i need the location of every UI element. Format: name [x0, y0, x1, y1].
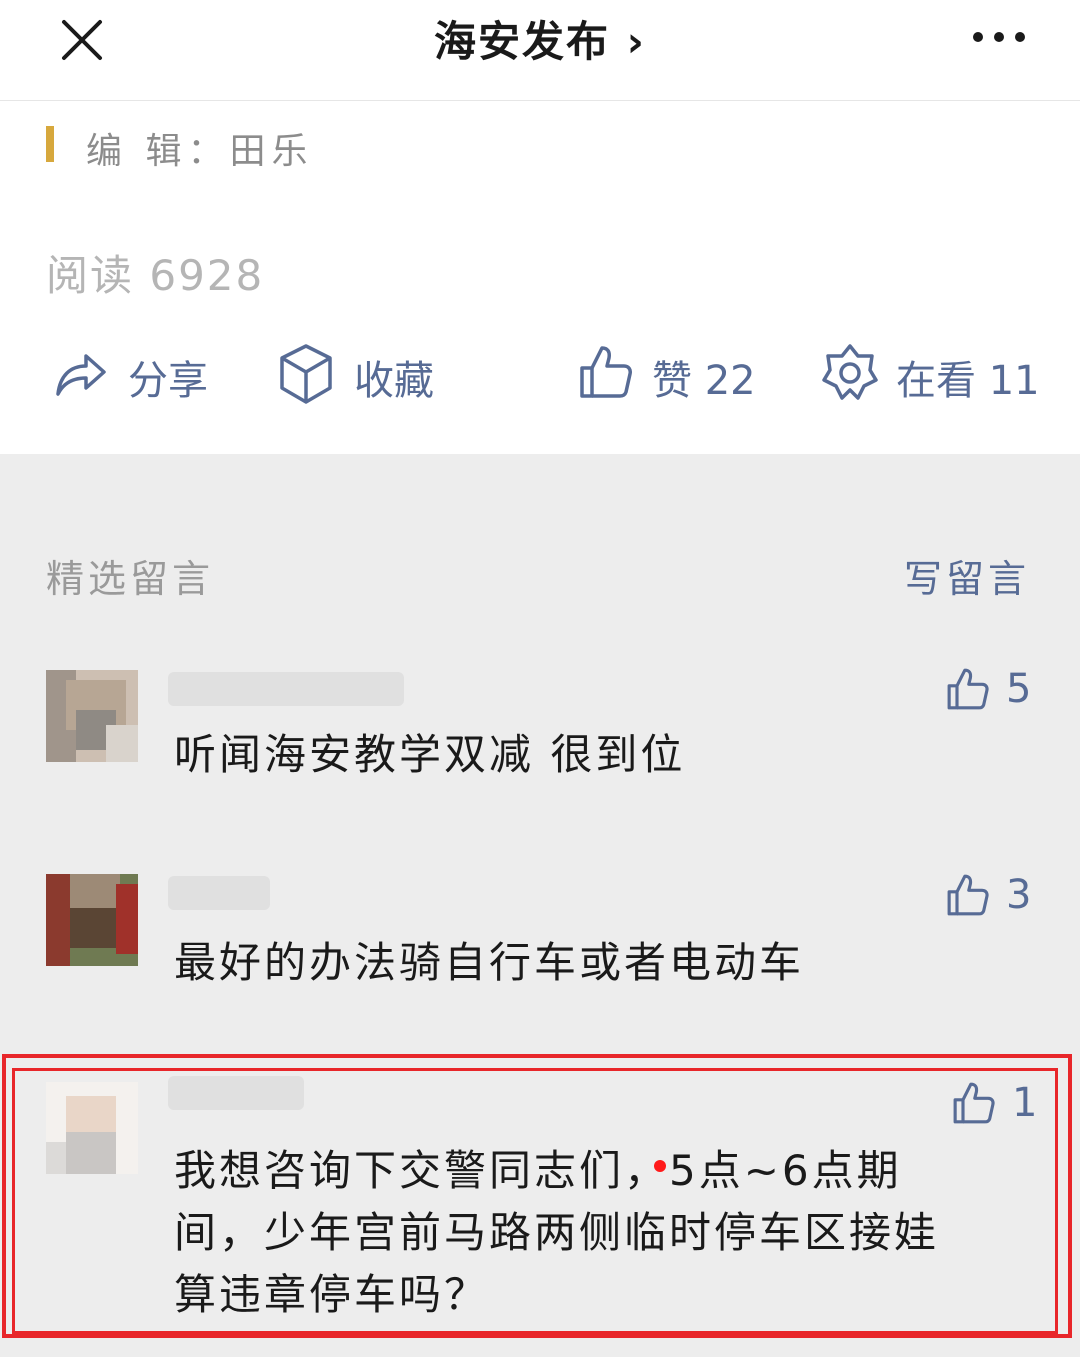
cube-icon [280, 344, 332, 404]
comment-text-line: 算违章停车吗？ [174, 1270, 490, 1319]
comment-like-button[interactable]: 3 [946, 870, 1046, 930]
red-dot-mark [654, 1160, 666, 1172]
blurred-nickname [168, 672, 404, 706]
comment-text-line: 我想咨询下交警同志们，5点~6点期 [174, 1146, 902, 1195]
comments-section-title: 精选留言 [46, 557, 215, 601]
share-button[interactable]: 分享 [52, 340, 222, 410]
flower-icon [822, 344, 878, 400]
editor-text: 编 辑：田乐 [86, 131, 314, 172]
comment-text: 最好的办法骑自行车或者电动车 [174, 938, 805, 987]
collect-button[interactable]: 收藏 [278, 340, 448, 410]
blurred-nickname [168, 1076, 304, 1110]
comment-like-button[interactable]: 5 [946, 664, 1046, 724]
more-icon[interactable] [966, 22, 1032, 52]
thumbs-up-icon [947, 668, 989, 710]
top-bar: 海安发布 › [0, 0, 1080, 101]
collect-label: 收藏 [354, 358, 434, 404]
avatar[interactable] [46, 1082, 138, 1174]
comment-like-count: 3 [1006, 872, 1032, 918]
page-title[interactable]: 海安发布 › [0, 8, 1080, 69]
avatar[interactable] [46, 670, 138, 762]
read-count: 阅读 6928 [46, 251, 265, 300]
blurred-nickname [168, 876, 270, 910]
like-button[interactable]: 赞 22 [578, 340, 768, 410]
thumbs-up-icon [947, 874, 989, 916]
comment-like-count: 5 [1006, 666, 1032, 712]
share-label: 分享 [128, 358, 208, 404]
comment-like-count: 1 [1012, 1080, 1038, 1126]
comment-text-line: 间，少年宫前马路两侧临时停车区接娃 [174, 1208, 940, 1257]
comment-text: 听闻海安教学双减 很到位 [174, 730, 686, 779]
thumbs-up-icon [953, 1082, 995, 1124]
watch-label: 在看 11 [896, 358, 1040, 404]
comment-like-button[interactable]: 1 [952, 1078, 1042, 1138]
like-label: 赞 22 [652, 358, 756, 404]
avatar[interactable] [46, 874, 138, 966]
thumbs-up-icon [580, 346, 632, 398]
editor-accent-bar [46, 126, 54, 162]
write-comment-button[interactable]: 写留言 [904, 548, 1030, 603]
watch-button[interactable]: 在看 11 [822, 340, 1042, 410]
share-icon [56, 354, 106, 396]
